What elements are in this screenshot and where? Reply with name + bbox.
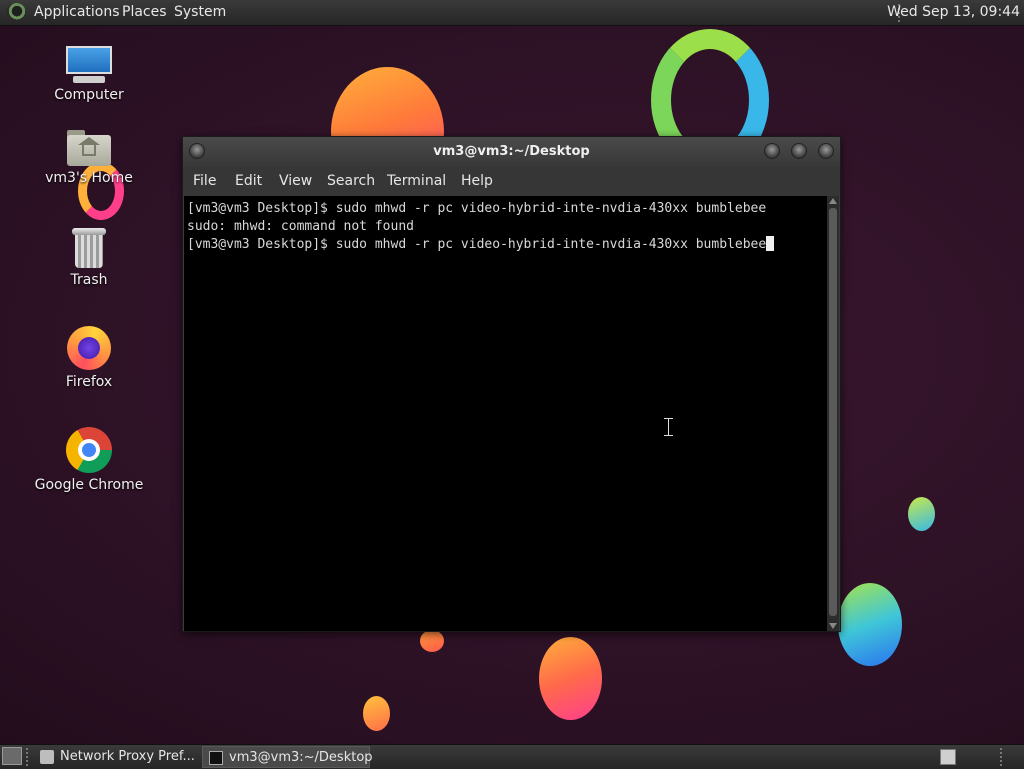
menu-help[interactable]: Help <box>461 167 493 196</box>
terminal-titlebar[interactable]: vm3@vm3:~/Desktop <box>183 137 840 167</box>
network-proxy-icon <box>40 750 54 764</box>
decorative-bubble <box>420 630 444 652</box>
desktop-icon-computer[interactable]: Computer <box>29 45 149 103</box>
terminal-window: vm3@vm3:~/Desktop File Edit View Search … <box>182 136 841 632</box>
desktop-icon-chrome[interactable]: Google Chrome <box>29 427 149 493</box>
menu-applications[interactable]: Applications <box>34 4 120 20</box>
menu-search[interactable]: Search <box>327 167 375 196</box>
firefox-icon <box>67 326 111 370</box>
decorative-bubble <box>539 637 602 720</box>
close-button[interactable] <box>818 143 834 159</box>
ibeam-cursor-icon <box>664 418 673 436</box>
maximize-button[interactable] <box>791 143 807 159</box>
scrollbar-thumb[interactable] <box>829 208 837 616</box>
terminal-line: [vm3@vm3 Desktop]$ sudo mhwd -r pc video… <box>187 237 767 252</box>
terminal-output[interactable]: [vm3@vm3 Desktop]$ sudo mhwd -r pc video… <box>184 196 827 631</box>
taskbar-item-label: vm3@vm3:~/Desktop <box>229 750 373 765</box>
menu-file[interactable]: File <box>193 167 216 196</box>
bottom-panel: Network Proxy Pref... vm3@vm3:~/Desktop <box>0 744 1024 769</box>
taskbar-item-network-proxy[interactable]: Network Proxy Pref... <box>34 746 199 768</box>
desktop-icon-label: Computer <box>54 87 124 103</box>
terminal-icon <box>209 751 223 765</box>
terminal-menubar: File Edit View Search Terminal Help <box>183 167 840 196</box>
workspace-switcher[interactable] <box>940 749 956 765</box>
desktop-icon-label: Firefox <box>65 374 113 390</box>
window-menu-button[interactable] <box>189 143 205 159</box>
menu-edit[interactable]: Edit <box>235 167 262 196</box>
text-cursor <box>766 236 775 251</box>
desktop-icon-label: Trash <box>70 272 108 288</box>
trash-icon <box>72 228 106 268</box>
menu-view[interactable]: View <box>279 167 312 196</box>
scroll-up-icon[interactable] <box>829 198 837 204</box>
decorative-bubble <box>838 583 902 666</box>
menu-places[interactable]: Places <box>122 4 167 20</box>
desktop-icon-trash[interactable]: Trash <box>29 228 149 288</box>
minimize-button[interactable] <box>764 143 780 159</box>
taskbar-item-terminal[interactable]: vm3@vm3:~/Desktop <box>202 746 373 768</box>
chrome-icon <box>66 427 112 473</box>
decorative-bubble <box>363 696 390 731</box>
terminal-scrollbar[interactable] <box>827 196 839 631</box>
show-desktop-icon[interactable] <box>2 747 22 765</box>
window-title: vm3@vm3:~/Desktop <box>433 144 590 159</box>
panel-separator <box>26 748 31 766</box>
decorative-bubble <box>908 497 935 531</box>
terminal-line: sudo: mhwd: command not found <box>187 219 414 234</box>
desktop-icon-home[interactable]: vm3's Home <box>29 128 149 186</box>
desktop-icon-label: vm3's Home <box>45 170 133 186</box>
desktop-icon-firefox[interactable]: Firefox <box>29 326 149 390</box>
top-panel: Applications Places System Wed Sep 13, 0… <box>0 0 1024 26</box>
computer-icon <box>65 45 113 83</box>
taskbar-item-label: Network Proxy Pref... <box>60 749 195 764</box>
terminal-line: [vm3@vm3 Desktop]$ sudo mhwd -r pc video… <box>187 201 767 216</box>
desktop-icon-label: Google Chrome <box>34 477 144 493</box>
menu-terminal[interactable]: Terminal <box>387 167 446 196</box>
scroll-down-icon[interactable] <box>829 623 837 629</box>
panel-separator <box>1000 748 1005 766</box>
menu-system[interactable]: System <box>174 4 226 20</box>
distro-logo-icon[interactable] <box>6 3 26 21</box>
panel-clock[interactable]: Wed Sep 13, 09:44 <box>887 4 1020 20</box>
home-folder-icon <box>67 128 111 166</box>
